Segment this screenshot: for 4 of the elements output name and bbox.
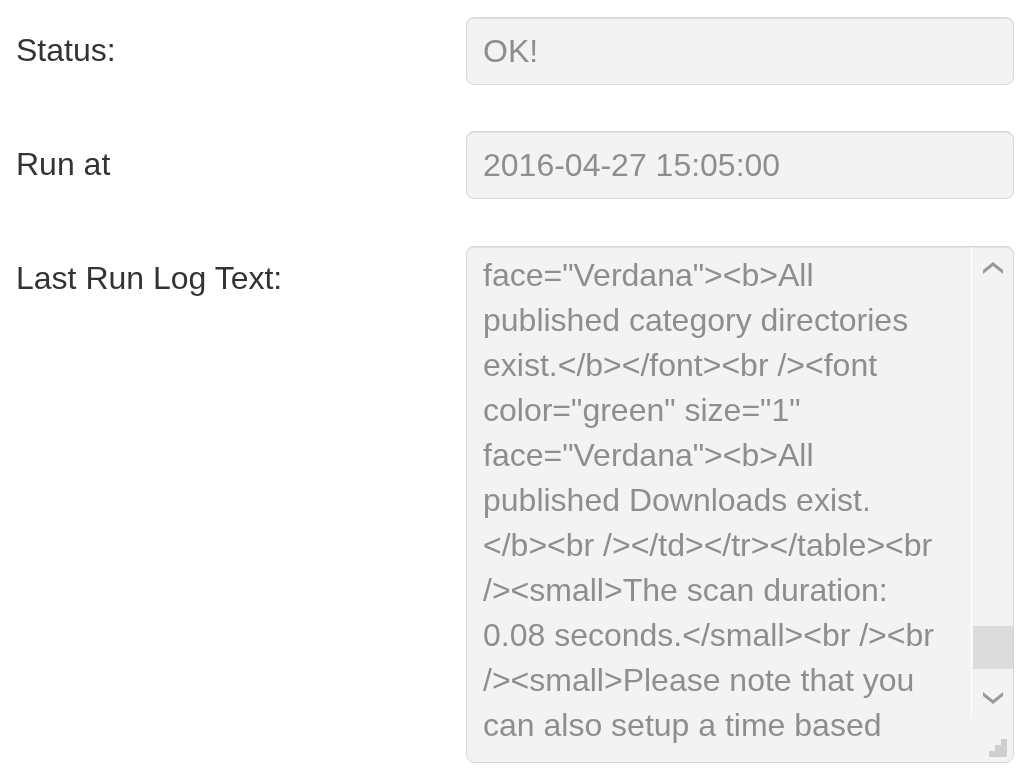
log-text: face="Verdana"><b>All published category directories exist.</b></font><br /><font color="green" size="1" face="Verdana"><b>All published Downloads exist. </b><br /></td></tr></table><br /><small>The scan duration: 0.08 seconds.</small><br /><br /><small>Please note that you can also setup a time based [482,256,935,745]
field-label: Last Run Log Text: [16,259,284,298]
field-label: Status: [16,31,117,70]
field-label: Run at [16,145,112,184]
